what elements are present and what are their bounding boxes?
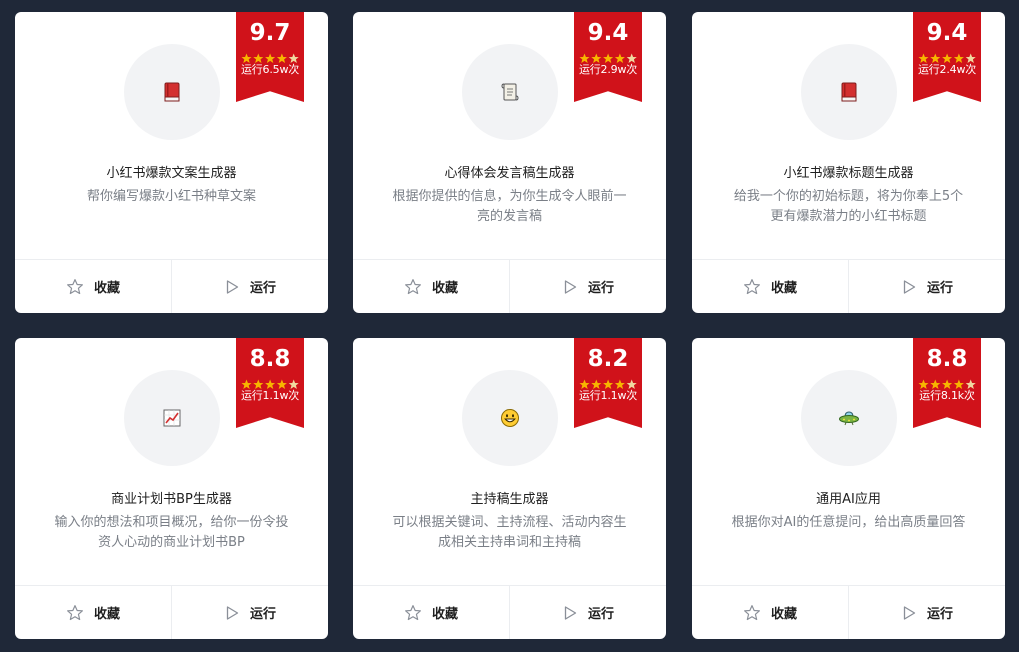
collect-button[interactable]: 收藏: [692, 260, 848, 313]
app-description: 可以根据关键词、主持流程、活动内容生成相关主持串词和主持稿: [392, 515, 627, 550]
card-actions: 收藏 运行: [15, 585, 328, 639]
app-card[interactable]: 心得体会发言稿生成器 根据你提供的信息，为你生成令人眼前一亮的发言稿 9.4 运…: [353, 12, 666, 313]
collect-label: 收藏: [93, 607, 120, 622]
run-button[interactable]: 运行: [509, 260, 666, 313]
play-outline-icon: [903, 279, 916, 294]
rating-badge: 9.4 运行2.4w次: [913, 12, 981, 102]
run-label: 运行: [249, 607, 276, 622]
card-actions: 收藏 运行: [692, 259, 1005, 313]
rating-badge: 9.7 运行6.5w次: [236, 12, 304, 102]
app-card[interactable]: 小红书爆款标题生成器 给我一个你的初始标题，将为你奉上5个更有爆款潜力的小红书标…: [692, 12, 1005, 313]
red-book-icon: [841, 82, 857, 102]
star-outline-icon: [405, 278, 421, 294]
play-outline-icon: [564, 605, 577, 620]
app-description: 根据你提供的信息，为你生成令人眼前一亮的发言稿: [392, 189, 627, 224]
scroll-icon: [501, 83, 519, 101]
app-title: 小红书爆款文案生成器: [106, 166, 237, 181]
play-outline-icon: [564, 279, 577, 294]
run-count: 运行2.4w次: [917, 63, 977, 76]
run-count: 运行1.1w次: [240, 389, 300, 402]
app-description: 帮你编写爆款小红书种草文案: [86, 189, 256, 204]
run-label: 运行: [249, 281, 276, 296]
play-outline-icon: [903, 605, 916, 620]
collect-label: 收藏: [770, 281, 797, 296]
app-icon-container: [124, 44, 220, 140]
grinning-face-icon: [501, 409, 519, 427]
app-card[interactable]: 通用AI应用 根据你对AI的任意提问，给出高质量回答 8.8 运行8.1k次 收…: [692, 338, 1005, 639]
app-title: 主持稿生成器: [470, 492, 549, 507]
card-actions: 收藏 运行: [353, 259, 666, 313]
run-count: 运行6.5w次: [240, 63, 300, 76]
collect-label: 收藏: [431, 607, 458, 622]
collect-button[interactable]: 收藏: [353, 260, 509, 313]
app-title: 小红书爆款标题生成器: [783, 166, 914, 181]
collect-button[interactable]: 收藏: [353, 586, 509, 639]
rating-score: 8.8: [926, 346, 968, 372]
app-card[interactable]: 小红书爆款文案生成器 帮你编写爆款小红书种草文案 9.7 运行6.5w次 收藏: [15, 12, 328, 313]
play-outline-icon: [226, 279, 239, 294]
app-icon-container: [801, 44, 897, 140]
star-outline-icon: [744, 604, 760, 620]
star-outline-icon: [405, 604, 421, 620]
app-icon-container: [462, 370, 558, 466]
rating-score: 9.4: [587, 20, 629, 46]
collect-label: 收藏: [431, 281, 458, 296]
rating-stars: [236, 49, 304, 63]
rating-badge: 9.4 运行2.9w次: [574, 12, 642, 102]
chart-increasing-icon: [163, 409, 181, 427]
run-count: 运行1.1w次: [578, 389, 638, 402]
card-actions: 收藏 运行: [15, 259, 328, 313]
run-label: 运行: [587, 281, 614, 296]
app-description: 输入你的想法和项目概况，给你一份令投资人心动的商业计划书BP: [54, 515, 289, 550]
star-outline-icon: [67, 278, 83, 294]
app-title: 通用AI应用: [816, 492, 881, 507]
rating-stars: [574, 49, 642, 63]
card-actions: 收藏 运行: [353, 585, 666, 639]
rating-badge: 8.8 运行8.1k次: [913, 338, 981, 428]
rating-stars: [913, 49, 981, 63]
rating-score: 8.8: [249, 346, 291, 372]
run-button[interactable]: 运行: [171, 260, 328, 313]
collect-button[interactable]: 收藏: [692, 586, 848, 639]
play-outline-icon: [226, 605, 239, 620]
red-book-icon: [164, 82, 180, 102]
app-card[interactable]: 主持稿生成器 可以根据关键词、主持流程、活动内容生成相关主持串词和主持稿 8.2…: [353, 338, 666, 639]
rating-score: 9.7: [249, 20, 291, 46]
app-title: 心得体会发言稿生成器: [444, 166, 575, 181]
run-button[interactable]: 运行: [848, 260, 1005, 313]
run-count: 运行2.9w次: [578, 63, 638, 76]
flying-saucer-icon: [839, 411, 859, 426]
app-icon-container: [801, 370, 897, 466]
run-button[interactable]: 运行: [509, 586, 666, 639]
rating-stars: [913, 375, 981, 389]
run-label: 运行: [926, 607, 953, 622]
run-count: 运行8.1k次: [919, 389, 975, 402]
rating-badge: 8.2 运行1.1w次: [574, 338, 642, 428]
app-title: 商业计划书BP生成器: [111, 492, 232, 507]
run-button[interactable]: 运行: [171, 586, 328, 639]
app-description: 给我一个你的初始标题，将为你奉上5个更有爆款潜力的小红书标题: [733, 189, 964, 224]
collect-label: 收藏: [93, 281, 120, 296]
app-icon-container: [462, 44, 558, 140]
collect-button[interactable]: 收藏: [15, 260, 171, 313]
card-actions: 收藏 运行: [692, 585, 1005, 639]
run-label: 运行: [587, 607, 614, 622]
run-label: 运行: [926, 281, 953, 296]
star-outline-icon: [67, 604, 83, 620]
app-description: 根据你对AI的任意提问，给出高质量回答: [731, 515, 966, 530]
app-icon-container: [124, 370, 220, 466]
app-card[interactable]: 商业计划书BP生成器 输入你的想法和项目概况，给你一份令投资人心动的商业计划书B…: [15, 338, 328, 639]
rating-score: 9.4: [926, 20, 968, 46]
rating-badge: 8.8 运行1.1w次: [236, 338, 304, 428]
rating-stars: [574, 375, 642, 389]
collect-button[interactable]: 收藏: [15, 586, 171, 639]
run-button[interactable]: 运行: [848, 586, 1005, 639]
rating-score: 8.2: [587, 346, 629, 372]
rating-stars: [236, 375, 304, 389]
star-outline-icon: [744, 278, 760, 294]
collect-label: 收藏: [770, 607, 797, 622]
